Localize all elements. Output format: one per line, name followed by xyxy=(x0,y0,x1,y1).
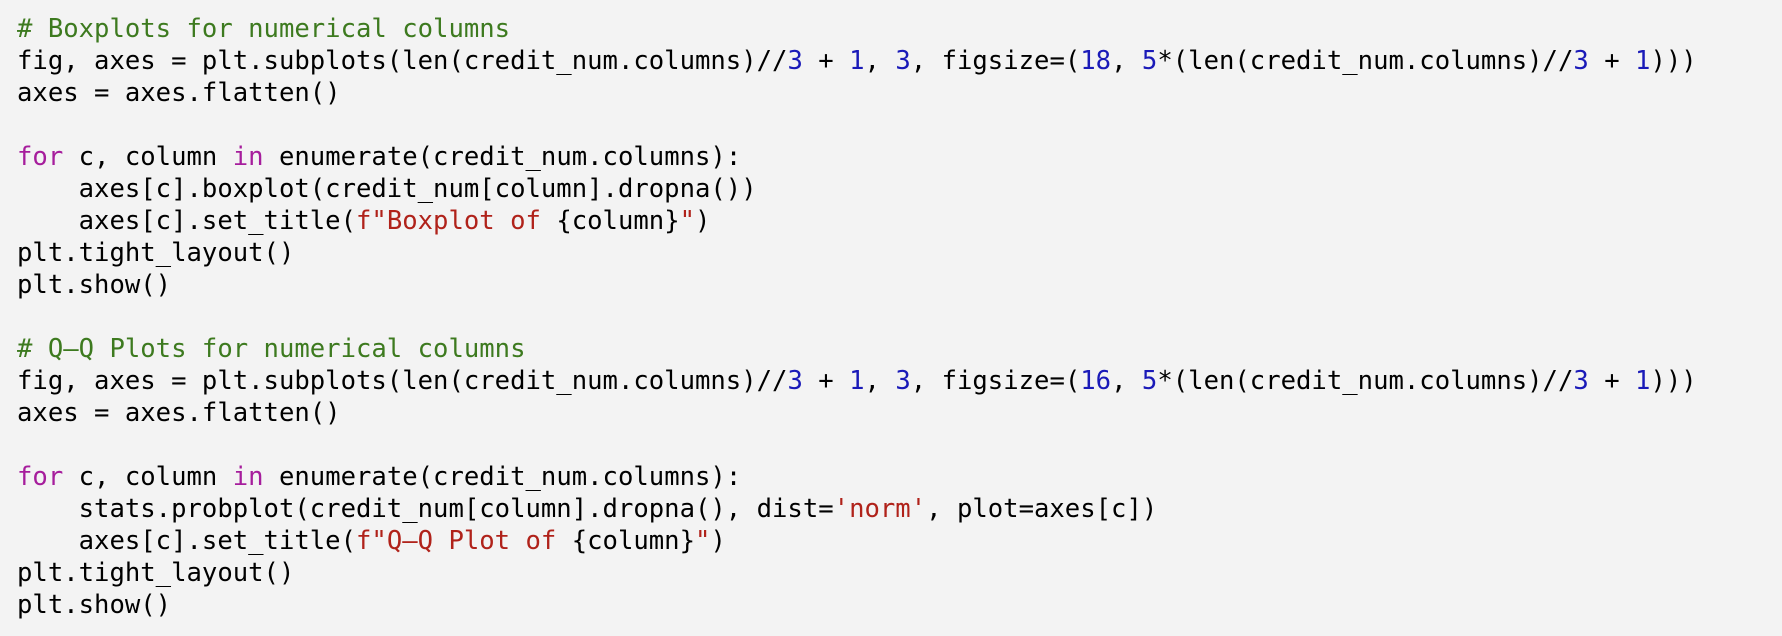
code-token-plain: stats.probplot(credit_num[column].dropna… xyxy=(17,494,834,524)
code-token-keyword: for xyxy=(17,142,64,172)
code-line: axes = axes.flatten() xyxy=(17,397,1697,429)
code-token-plain: , plot=axes[c]) xyxy=(926,494,1158,524)
code-token-plain: ))) xyxy=(1650,46,1697,76)
code-token-number: 16 xyxy=(1080,366,1112,396)
code-token-plain: , xyxy=(864,366,896,396)
code-token-plain: + xyxy=(1588,366,1636,396)
code-token-keyword: in xyxy=(232,142,264,172)
code-line: for c, column in enumerate(credit_num.co… xyxy=(17,141,1697,173)
code-token-plain: {column} xyxy=(556,206,680,236)
code-token-number: 1 xyxy=(1635,366,1651,396)
code-token-plain: enumerate(credit_num.columns): xyxy=(263,142,742,172)
code-token-number: 5 xyxy=(1141,46,1158,76)
code-token-plain: fig, axes = plt.subplots(len(credit_num.… xyxy=(17,366,788,396)
code-line: for c, column in enumerate(credit_num.co… xyxy=(17,461,1697,493)
code-token-plain: axes[c].set_title( xyxy=(17,206,356,236)
code-token-plain: {column} xyxy=(571,526,696,556)
code-editor[interactable]: # Boxplots for numerical columns fig, axe… xyxy=(17,13,1697,621)
code-token-plain: plt.show() xyxy=(17,270,172,300)
code-token-plain: + xyxy=(802,366,850,396)
code-line: stats.probplot(credit_num[column].dropna… xyxy=(17,493,1697,525)
code-token-string: " xyxy=(695,526,711,556)
code-line: axes = axes.flatten() xyxy=(17,77,1697,109)
code-token-plain: axes[c].set_title( xyxy=(17,526,356,556)
code-token-comment: # Q–Q Plots for numerical columns xyxy=(17,334,526,364)
code-token-plain: axes = axes.flatten() xyxy=(17,78,341,108)
code-token-plain: plt.show() xyxy=(17,590,172,620)
code-token-plain: + xyxy=(1588,46,1636,76)
code-token-plain: ))) xyxy=(1650,366,1697,396)
code-token-number: 3 xyxy=(895,46,911,76)
code-token-plain: , xyxy=(1111,366,1142,396)
code-token-plain: , figsize=( xyxy=(910,366,1081,396)
code-line: axes[c].set_title(f"Boxplot of {column}"… xyxy=(17,205,1697,237)
code-line: plt.show() xyxy=(17,269,1697,301)
code-token-string: f"Q–Q Plot of xyxy=(356,526,572,556)
code-token-number: 3 xyxy=(895,366,911,396)
code-line: # Q–Q Plots for numerical columns xyxy=(17,333,1697,365)
code-line: fig, axes = plt.subplots(len(credit_num.… xyxy=(17,365,1697,397)
code-token-keyword: for xyxy=(17,462,64,492)
code-token-number: 3 xyxy=(1573,366,1589,396)
code-cell[interactable]: # Boxplots for numerical columns fig, axe… xyxy=(0,0,1782,636)
code-token-plain: axes[c].boxplot(credit_num[column].dropn… xyxy=(17,174,757,204)
code-token-plain: plt.tight_layout() xyxy=(17,558,295,588)
code-token-plain: , xyxy=(1111,46,1142,76)
code-token-plain: *(len(credit_num.columns)// xyxy=(1157,46,1574,76)
code-token-number: 3 xyxy=(1573,46,1589,76)
code-token-plain: enumerate(credit_num.columns): xyxy=(263,462,742,492)
code-token-number: 1 xyxy=(849,366,865,396)
code-token-string: f"Boxplot of xyxy=(356,206,557,236)
code-line: axes[c].boxplot(credit_num[column].dropn… xyxy=(17,173,1697,205)
code-line: fig, axes = plt.subplots(len(credit_num.… xyxy=(17,45,1697,77)
code-line: plt.tight_layout() xyxy=(17,557,1697,589)
code-token-plain: , figsize=( xyxy=(910,46,1081,76)
code-token-number: 1 xyxy=(849,46,865,76)
code-line: plt.tight_layout() xyxy=(17,237,1697,269)
code-token-plain: ) xyxy=(695,206,711,236)
code-token-plain: fig, axes = plt.subplots(len(credit_num.… xyxy=(17,46,788,76)
code-token-plain: ) xyxy=(710,526,726,556)
code-token-plain: axes = axes.flatten() xyxy=(17,398,341,428)
code-token-plain: plt.tight_layout() xyxy=(17,238,295,268)
code-line: axes[c].set_title(f"Q–Q Plot of {column}… xyxy=(17,525,1697,557)
code-token-plain: c, column xyxy=(63,462,233,492)
code-token-plain: , xyxy=(864,46,896,76)
code-token-plain: c, column xyxy=(63,142,233,172)
code-token-number: 5 xyxy=(1141,366,1158,396)
code-token-plain: + xyxy=(802,46,850,76)
code-token-plain: *(len(credit_num.columns)// xyxy=(1157,366,1574,396)
code-token-number: 1 xyxy=(1635,46,1651,76)
code-token-number: 3 xyxy=(787,46,803,76)
code-token-number: 3 xyxy=(787,366,803,396)
code-line: # Boxplots for numerical columns xyxy=(17,13,1697,45)
code-token-string: " xyxy=(679,206,696,236)
code-line: plt.show() xyxy=(17,589,1697,621)
code-token-keyword: in xyxy=(232,462,264,492)
code-token-number: 18 xyxy=(1080,46,1112,76)
code-token-comment: # Boxplots for numerical columns xyxy=(17,14,511,44)
code-token-string: 'norm' xyxy=(833,494,927,524)
